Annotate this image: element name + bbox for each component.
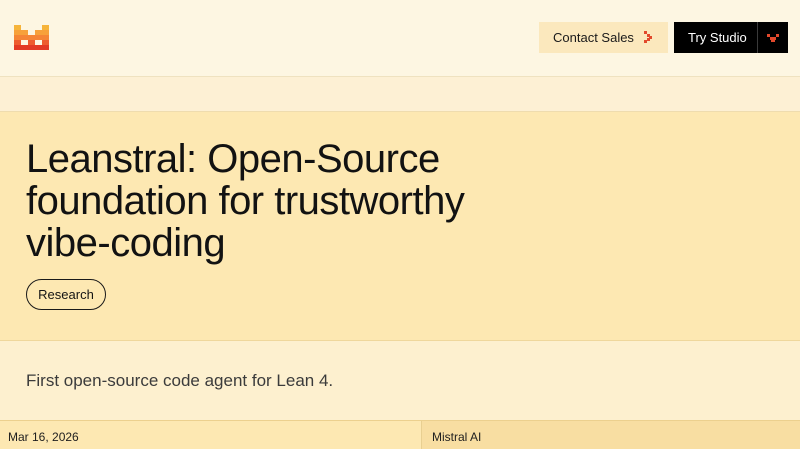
category-tag-research[interactable]: Research [26, 279, 106, 310]
contact-sales-label: Contact Sales [553, 30, 634, 45]
article-meta-bar: Mar 16, 2026 Mistral AI [0, 421, 800, 449]
site-header: Contact Sales Try Studio [0, 0, 800, 77]
author-name: Mistral AI [432, 430, 482, 444]
sub-navigation-bar [0, 77, 800, 112]
try-studio-dropdown-toggle[interactable] [758, 22, 788, 53]
publish-date: Mar 16, 2026 [8, 430, 79, 444]
author-cell: Mistral AI [422, 421, 800, 449]
article-summary: First open-source code agent for Lean 4. [26, 371, 334, 390]
chevron-down-icon [767, 33, 779, 42]
try-studio-label: Try Studio [688, 30, 747, 45]
article-hero: Leanstral: Open-Source foundation for tr… [0, 112, 800, 341]
page-title: Leanstral: Open-Source foundation for tr… [26, 137, 465, 265]
contact-sales-button[interactable]: Contact Sales [539, 22, 668, 53]
try-studio-button[interactable]: Try Studio [674, 22, 788, 53]
mistral-logo-icon[interactable] [14, 25, 49, 50]
chevron-right-icon [644, 31, 652, 43]
article-summary-section: First open-source code agent for Lean 4. [0, 341, 800, 421]
